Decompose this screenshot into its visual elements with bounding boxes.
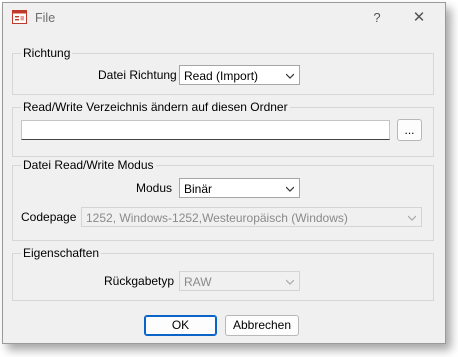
rueckgabetyp-select: RAW (179, 271, 300, 291)
modus-label: Modus (136, 181, 173, 195)
codepage-select: 1252, Windows-1252,Westeuropäisch (Windo… (81, 207, 422, 227)
codepage-value: 1252, Windows-1252,Westeuropäisch (Windo… (86, 211, 348, 225)
browse-button[interactable]: ... (397, 119, 422, 141)
title-bar: File ? ✕ (3, 3, 445, 32)
legend-modus: Datei Read/Write Modus (21, 158, 156, 172)
close-button[interactable]: ✕ (407, 8, 431, 28)
codepage-label: Codepage (21, 210, 77, 224)
legend-richtung: Richtung (21, 46, 73, 60)
modus-value: Binär (184, 182, 213, 196)
chevron-down-icon (408, 215, 416, 221)
app-window-icon (12, 10, 27, 24)
cancel-button[interactable]: Abbrechen (225, 315, 299, 336)
legend-verzeichnis: Read/Write Verzeichnis ändern auf diesen… (21, 100, 290, 114)
datei-richtung-value: Read (Import) (184, 69, 259, 83)
window-title: File (35, 11, 56, 25)
rueckgabetyp-label: Rückgabetyp (104, 274, 175, 288)
rueckgabetyp-value: RAW (184, 275, 212, 289)
datei-richtung-select[interactable]: Read (Import) (179, 65, 300, 85)
chevron-down-icon (286, 186, 294, 192)
ok-button[interactable]: OK (144, 315, 217, 336)
chevron-down-icon (286, 73, 294, 79)
help-button[interactable]: ? (365, 8, 389, 28)
dialog-window: File ? ✕ Richtung Datei Richtung Read (I… (2, 2, 446, 344)
folder-path-input[interactable] (21, 120, 390, 140)
modus-select[interactable]: Binär (179, 178, 300, 198)
datei-richtung-label: Datei Richtung (98, 68, 177, 82)
legend-eigenschaften: Eigenschaften (21, 246, 102, 260)
chevron-down-icon (286, 279, 294, 285)
group-modus (12, 165, 434, 241)
